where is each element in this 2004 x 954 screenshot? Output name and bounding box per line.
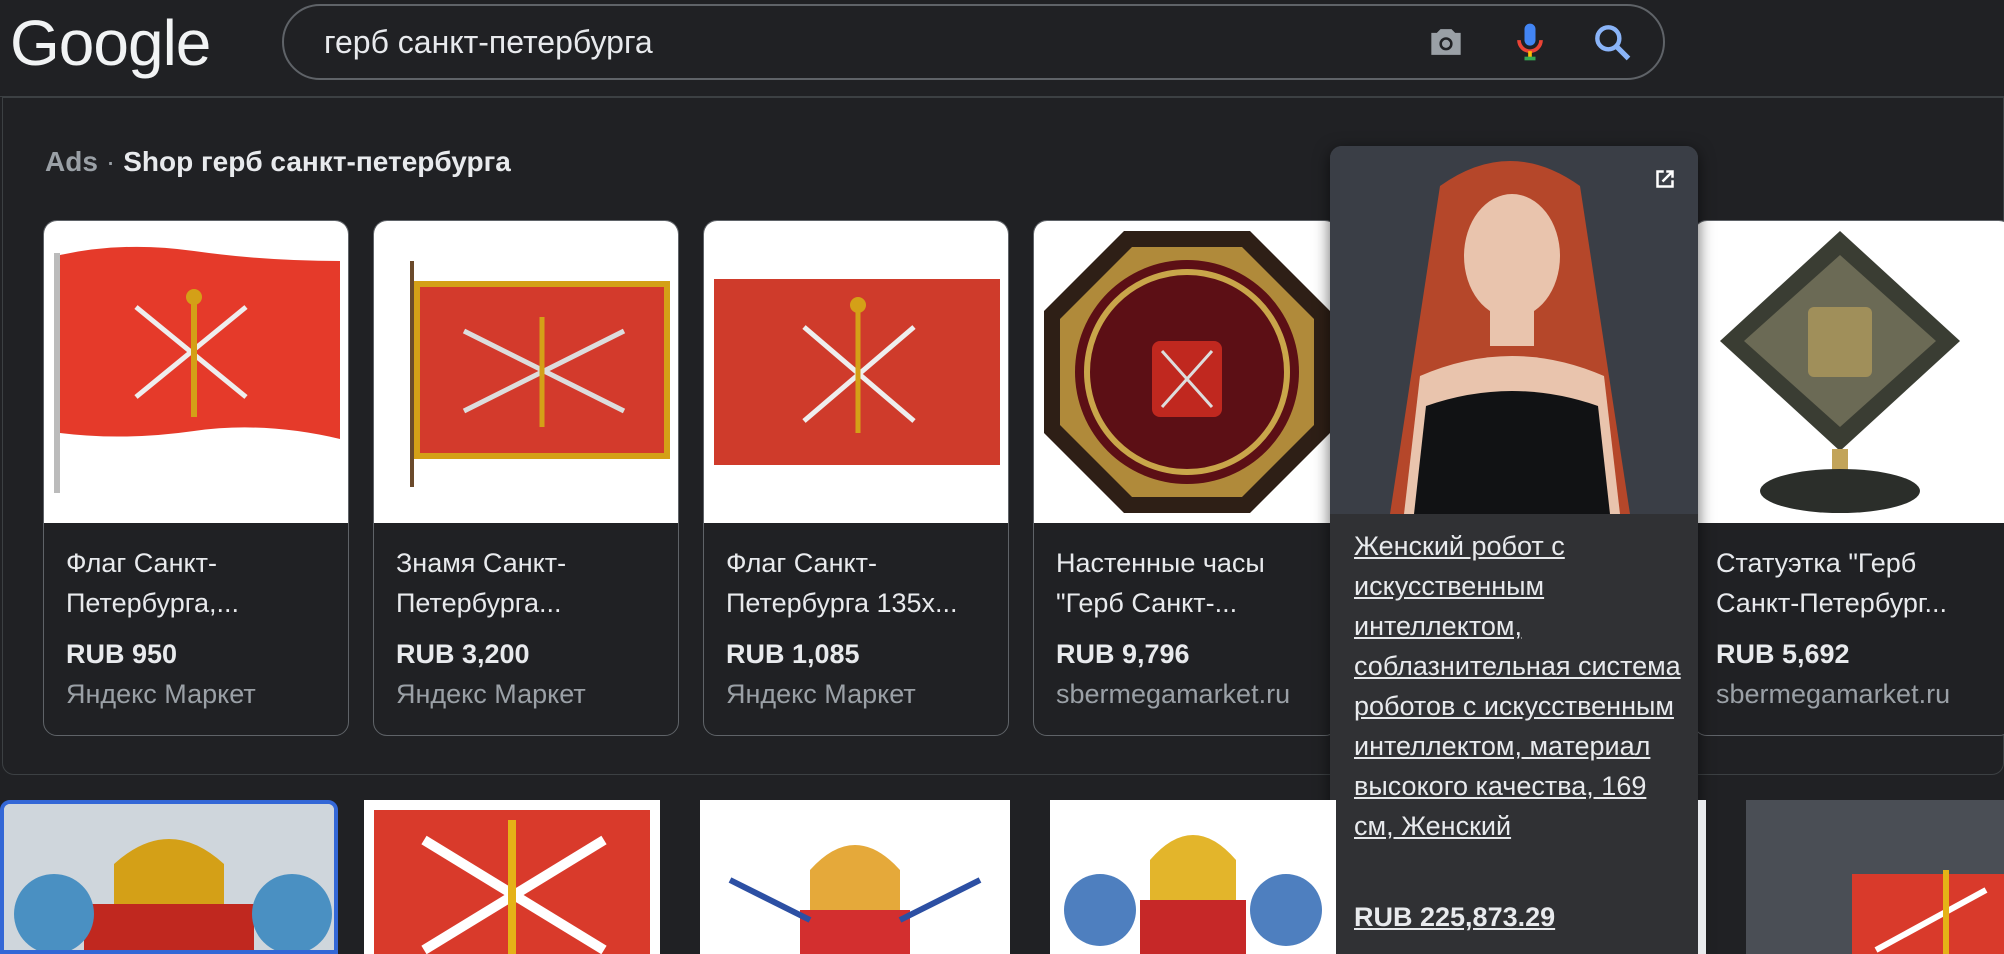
ads-title: Shop герб санкт-петербурга xyxy=(123,146,511,177)
product-image[interactable] xyxy=(1034,221,1338,523)
product-seller: Яндекс Маркет xyxy=(726,679,916,709)
product-card[interactable]: Статуэтка "Герб Санкт-Петербург... RUB 5… xyxy=(1693,220,2004,736)
product-price: RUB 9,796 xyxy=(1056,639,1190,669)
product-title[interactable]: Флаг Санкт-Петербурга,... xyxy=(66,543,336,623)
camera-icon[interactable] xyxy=(1424,20,1468,64)
shopping-ads-panel: Ads · Shop герб санкт-петербурга Флаг Санк… xyxy=(2,97,2004,775)
product-card[interactable]: Флаг Санкт-Петербурга,... RUB 950 Яндекс… xyxy=(43,220,349,736)
image-result[interactable] xyxy=(1746,800,2004,954)
product-price[interactable]: RUB 225,873.29 xyxy=(1354,902,1555,933)
mic-icon[interactable] xyxy=(1508,20,1552,64)
image-result[interactable] xyxy=(0,800,338,954)
product-title[interactable]: Флаг Санкт-Петербурга 135х... xyxy=(726,543,996,623)
search-input[interactable] xyxy=(324,6,1324,78)
product-price: RUB 3,200 xyxy=(396,639,530,669)
expanded-product-card[interactable]: Женский робот с искусственным интеллекто… xyxy=(1330,146,1698,954)
product-seller: Яндекс Маркет xyxy=(66,679,256,709)
product-card[interactable]: Знамя Санкт-Петербурга... RUB 3,200 Янде… xyxy=(373,220,679,736)
ads-separator: · xyxy=(105,146,116,177)
product-title[interactable]: Статуэтка "Герб Санкт-Петербург... xyxy=(1716,543,1986,623)
image-result[interactable] xyxy=(700,800,1010,954)
product-title[interactable]: Настенные часы "Герб Санкт-... xyxy=(1056,543,1326,623)
ads-label: Ads xyxy=(45,146,98,177)
product-seller: sbermegamarket.ru xyxy=(1056,679,1291,709)
product-price: RUB 1,085 xyxy=(726,639,860,669)
product-price: RUB 950 xyxy=(66,639,178,669)
product-image[interactable] xyxy=(44,221,348,523)
product-seller: sbermegamarket.ru xyxy=(1716,679,1951,709)
google-logo[interactable]: Google xyxy=(10,6,211,80)
product-title-link[interactable]: Женский робот с искусственным интеллекто… xyxy=(1354,526,1684,846)
search-box[interactable] xyxy=(282,4,1665,80)
product-price: RUB 5,692 xyxy=(1716,639,1850,669)
product-card[interactable]: Настенные часы "Герб Санкт-... RUB 9,796… xyxy=(1033,220,1339,736)
image-result[interactable] xyxy=(1050,800,1336,954)
search-icon[interactable] xyxy=(1590,20,1634,64)
image-result[interactable] xyxy=(364,800,660,954)
product-card[interactable]: Флаг Санкт-Петербурга 135х... RUB 1,085 … xyxy=(703,220,1009,736)
product-title[interactable]: Знамя Санкт-Петербурга... xyxy=(396,543,666,623)
product-image[interactable] xyxy=(374,221,678,523)
product-seller: Яндекс Маркет xyxy=(396,679,586,709)
product-image[interactable] xyxy=(704,221,1008,523)
open-in-new-icon[interactable] xyxy=(1650,164,1680,194)
ads-header: Ads · Shop герб санкт-петербурга xyxy=(45,146,511,178)
image-result-edge xyxy=(1698,800,1706,954)
product-image[interactable] xyxy=(1330,146,1698,514)
header: Google xyxy=(0,0,2004,97)
product-image[interactable] xyxy=(1694,221,2004,523)
